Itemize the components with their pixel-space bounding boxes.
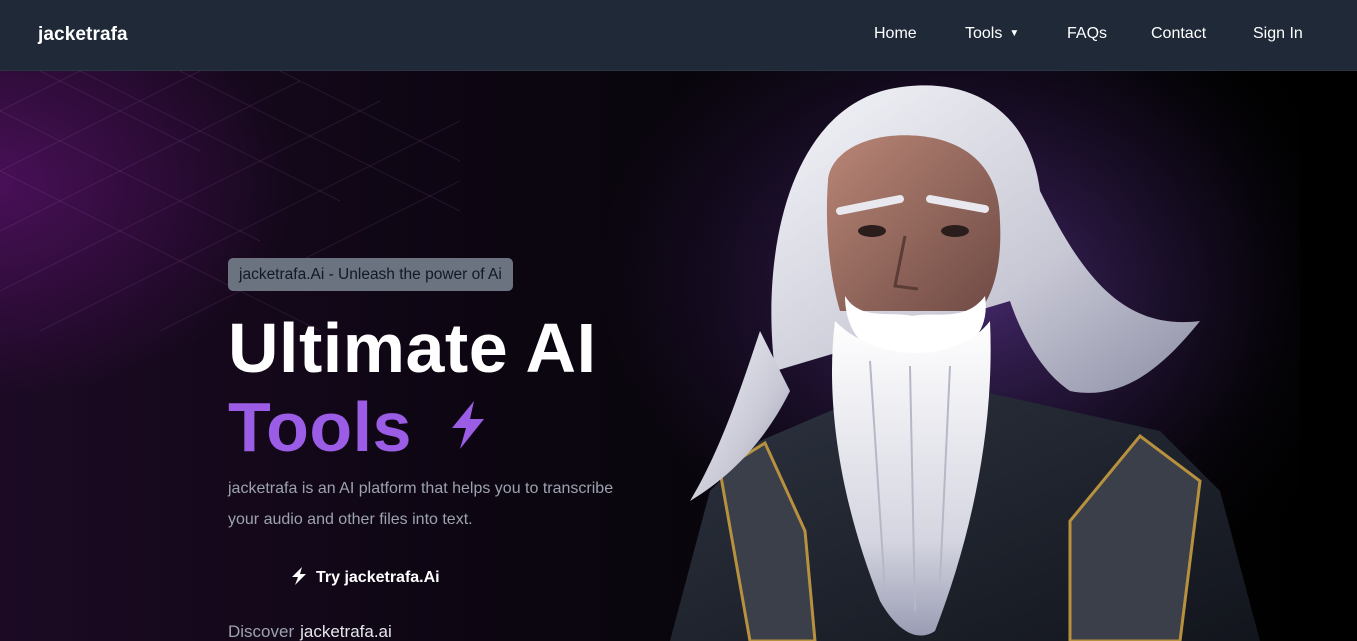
nav-sign-in-link[interactable]: Sign In bbox=[1253, 25, 1303, 43]
wizard-portrait-image bbox=[600, 71, 1300, 641]
try-now-button[interactable]: Try jacketrafa.Ai bbox=[290, 564, 440, 592]
background-grid-pattern bbox=[0, 71, 460, 331]
discover-line: Discover jacketrafa.ai bbox=[228, 622, 392, 641]
nav-home-link[interactable]: Home bbox=[874, 25, 917, 43]
nav-faqs-link[interactable]: FAQs bbox=[1067, 25, 1107, 43]
lightning-bolt-icon bbox=[292, 567, 306, 585]
caret-down-icon: ▼ bbox=[1009, 28, 1020, 39]
main-nav: Home Tools ▼ FAQs Contact Sign In bbox=[0, 25, 1357, 49]
nav-contact-link[interactable]: Contact bbox=[1151, 25, 1206, 43]
hero-description: jacketrafa is an AI platform that helps … bbox=[228, 480, 614, 528]
tagline-badge: jacketrafa.Ai - Unleash the power of Ai bbox=[228, 258, 513, 291]
top-navbar: jacketrafa Home Tools ▼ FAQs Contact Sign… bbox=[0, 0, 1357, 71]
nav-tools-label: Tools bbox=[965, 25, 1003, 42]
discover-site-link[interactable]: jacketrafa.ai bbox=[300, 622, 392, 641]
nav-tools-dropdown[interactable]: Tools ▼ bbox=[965, 25, 1019, 43]
hero-headline-line2: Tools bbox=[228, 388, 412, 466]
discover-label: Discover bbox=[228, 622, 295, 641]
try-now-label: Try jacketrafa.Ai bbox=[316, 569, 440, 586]
hero-section: jacketrafa.Ai - Unleash the power of Ai … bbox=[0, 71, 1357, 641]
hero-headline-line1: Ultimate AI bbox=[228, 309, 597, 387]
lightning-bolt-icon bbox=[452, 401, 484, 449]
